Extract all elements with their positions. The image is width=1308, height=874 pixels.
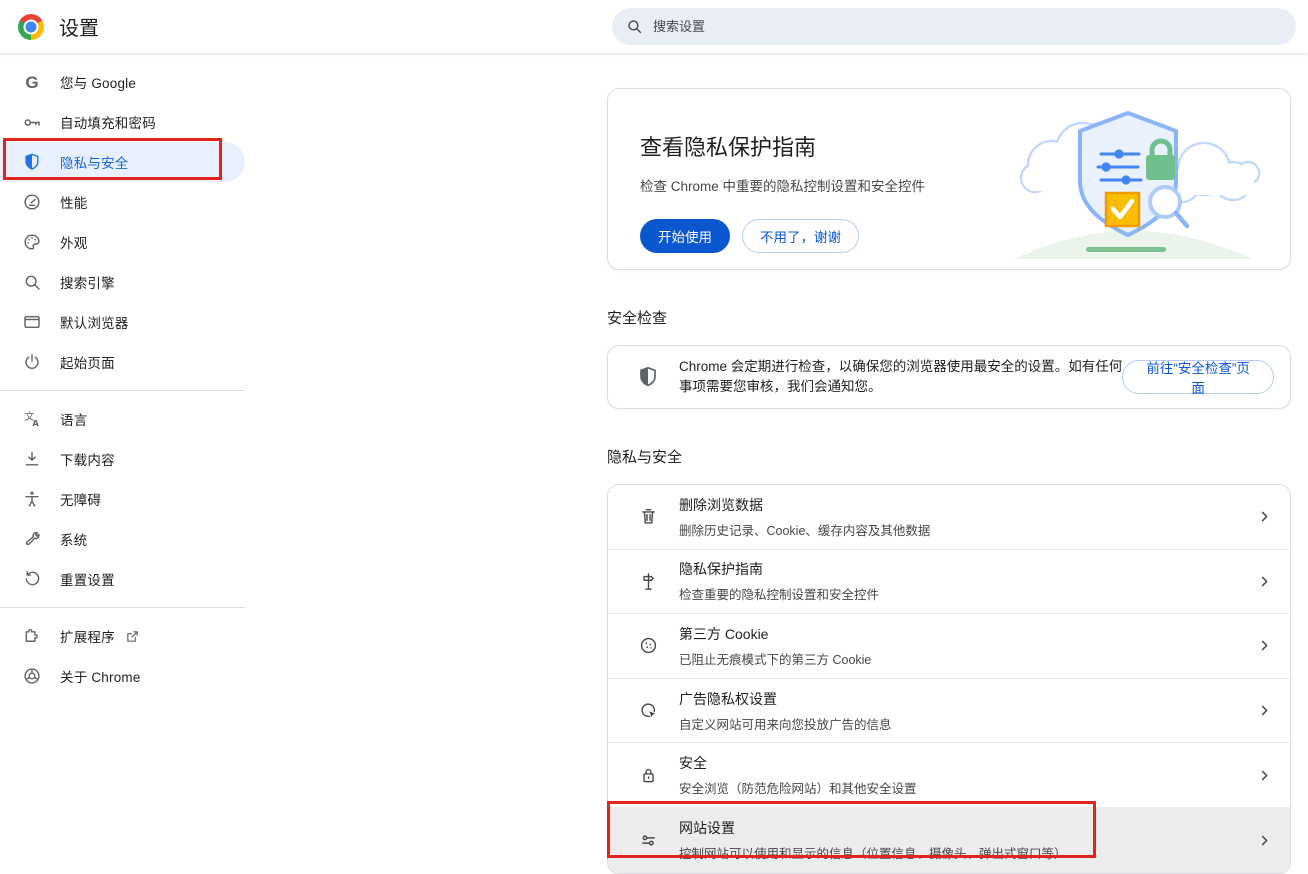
sidebar-item-search-engine[interactable]: 搜索引擎 <box>0 262 245 302</box>
settings-sidebar: G 您与 Google 自动填充和密码 隐私与安全 性能 <box>0 53 245 696</box>
list-item-title: 第三方 Cookie <box>679 624 871 644</box>
cookie-icon <box>638 635 662 656</box>
palette-icon <box>20 232 44 252</box>
safety-check-card: Chrome 会定期进行检查，以确保您的浏览器使用最安全的设置。如有任何事项需要… <box>607 345 1291 409</box>
settings-toolbar: 设置 <box>0 0 1308 53</box>
go-to-safety-check-button[interactable]: 前往“安全检查”页面 <box>1122 360 1274 394</box>
download-icon <box>20 449 44 469</box>
list-item-subtitle: 已阻止无痕模式下的第三方 Cookie <box>679 649 871 668</box>
privacy-security-list: 删除浏览数据 删除历史记录、Cookie、缓存内容及其他数据 隐私保护指南 检查… <box>607 484 1291 874</box>
list-item-title: 删除浏览数据 <box>679 495 930 515</box>
list-item-title: 安全 <box>679 753 917 773</box>
reset-icon <box>20 569 44 589</box>
safety-check-section-title: 安全检查 <box>607 307 1291 328</box>
wrench-icon <box>20 529 44 549</box>
google-g-icon: G <box>20 74 44 91</box>
sidebar-item-label: 语言 <box>60 409 87 429</box>
list-item-security[interactable]: 安全 安全浏览（防范危险网站）和其他安全设置 <box>608 743 1290 808</box>
sidebar-item-accessibility[interactable]: 无障碍 <box>0 479 245 519</box>
chevron-right-icon <box>1257 768 1272 783</box>
list-item-title: 网站设置 <box>679 818 1067 838</box>
chrome-logo-icon <box>18 14 44 40</box>
sidebar-item-languages[interactable]: 文 A 语言 <box>0 399 245 439</box>
sidebar-item-about-chrome[interactable]: 关于 Chrome <box>0 656 245 696</box>
sidebar-item-on-startup[interactable]: 起始页面 <box>0 342 245 382</box>
chrome-icon <box>20 666 44 686</box>
sidebar-item-label: 默认浏览器 <box>60 312 129 332</box>
sidebar-item-label: 性能 <box>60 192 87 212</box>
chevron-right-icon <box>1257 638 1272 653</box>
tune-icon <box>638 830 662 851</box>
sidebar-item-label: 隐私与安全 <box>60 152 129 172</box>
sidebar-item-appearance[interactable]: 外观 <box>0 222 245 262</box>
sidebar-item-autofill[interactable]: 自动填充和密码 <box>0 102 245 142</box>
sidebar-item-label: 系统 <box>60 529 87 549</box>
power-icon <box>20 352 44 372</box>
list-item-delete-browsing-data[interactable]: 删除浏览数据 删除历史记录、Cookie、缓存内容及其他数据 <box>608 485 1290 550</box>
sidebar-item-default-browser[interactable]: 默认浏览器 <box>0 302 245 342</box>
puzzle-icon <box>20 626 44 646</box>
sidebar-item-label: 重置设置 <box>60 569 115 589</box>
search-input[interactable] <box>653 19 1282 34</box>
list-item-subtitle: 删除历史记录、Cookie、缓存内容及其他数据 <box>679 520 930 539</box>
list-item-subtitle: 自定义网站可用来向您投放广告的信息 <box>679 714 892 733</box>
sidebar-item-reset-settings[interactable]: 重置设置 <box>0 559 245 599</box>
translate-icon: 文 A <box>20 409 44 429</box>
sidebar-item-label: 您与 Google <box>60 72 136 92</box>
sidebar-item-system[interactable]: 系统 <box>0 519 245 559</box>
sidebar-item-performance[interactable]: 性能 <box>0 182 245 222</box>
chevron-right-icon <box>1257 509 1272 524</box>
signpost-icon <box>638 571 662 592</box>
accessibility-icon <box>20 489 44 509</box>
list-item-subtitle: 安全浏览（防范危险网站）和其他安全设置 <box>679 778 917 797</box>
sidebar-item-label: 下载内容 <box>60 449 115 469</box>
list-item-subtitle: 控制网站可以使用和显示的信息（位置信息、摄像头、弹出式窗口等） <box>679 843 1067 862</box>
sidebar-item-downloads[interactable]: 下载内容 <box>0 439 245 479</box>
sidebar-item-label: 起始页面 <box>60 352 115 372</box>
list-item-title: 广告隐私权设置 <box>679 689 892 709</box>
sidebar-item-label: 外观 <box>60 232 87 252</box>
sidebar-divider <box>0 390 245 391</box>
svg-text:A: A <box>32 418 39 428</box>
list-item-privacy-guide[interactable]: 隐私保护指南 检查重要的隐私控制设置和安全控件 <box>608 550 1290 615</box>
lock-icon <box>638 765 662 786</box>
no-thanks-button[interactable]: 不用了，谢谢 <box>742 219 859 253</box>
list-item-third-party-cookies[interactable]: 第三方 Cookie 已阻止无痕模式下的第三方 Cookie <box>608 614 1290 679</box>
chevron-right-icon <box>1257 574 1272 589</box>
privacy-shield-illustration <box>1000 99 1264 259</box>
speedometer-icon <box>20 192 44 212</box>
key-icon <box>20 112 44 133</box>
list-item-title: 隐私保护指南 <box>679 559 879 579</box>
shield-icon <box>20 152 44 172</box>
sidebar-item-label: 自动填充和密码 <box>60 112 156 132</box>
shield-half-icon <box>636 365 660 389</box>
external-link-icon <box>125 629 140 644</box>
page-title: 设置 <box>59 12 99 41</box>
settings-search-bar[interactable] <box>612 8 1296 45</box>
sidebar-item-you-and-google[interactable]: G 您与 Google <box>0 62 245 102</box>
sidebar-item-label: 无障碍 <box>60 489 101 509</box>
sidebar-divider <box>0 607 245 608</box>
sidebar-item-label: 关于 Chrome <box>60 666 141 686</box>
privacy-security-section-title: 隐私与安全 <box>607 446 1291 467</box>
chevron-right-icon <box>1257 703 1272 718</box>
search-icon <box>626 18 643 35</box>
ad-click-icon <box>638 700 662 721</box>
search-icon <box>20 272 44 292</box>
get-started-button[interactable]: 开始使用 <box>640 219 730 253</box>
chevron-right-icon <box>1257 833 1272 848</box>
trash-icon <box>638 506 662 527</box>
list-item-subtitle: 检查重要的隐私控制设置和安全控件 <box>679 584 879 603</box>
list-item-ad-privacy[interactable]: 广告隐私权设置 自定义网站可用来向您投放广告的信息 <box>608 679 1290 744</box>
sidebar-item-extensions[interactable]: 扩展程序 <box>0 616 245 656</box>
sidebar-item-label: 搜索引擎 <box>60 272 115 292</box>
browser-window-icon <box>20 312 44 332</box>
privacy-guide-promo-card: 查看隐私保护指南 检查 Chrome 中重要的隐私控制设置和安全控件 开始使用 … <box>607 88 1291 270</box>
sidebar-item-label: 扩展程序 <box>60 626 115 646</box>
safety-check-description: Chrome 会定期进行检查，以确保您的浏览器使用最安全的设置。如有任何事项需要… <box>679 357 1122 397</box>
sidebar-item-privacy-and-security[interactable]: 隐私与安全 <box>0 142 245 182</box>
settings-content: 查看隐私保护指南 检查 Chrome 中重要的隐私控制设置和安全控件 开始使用 … <box>607 53 1291 874</box>
